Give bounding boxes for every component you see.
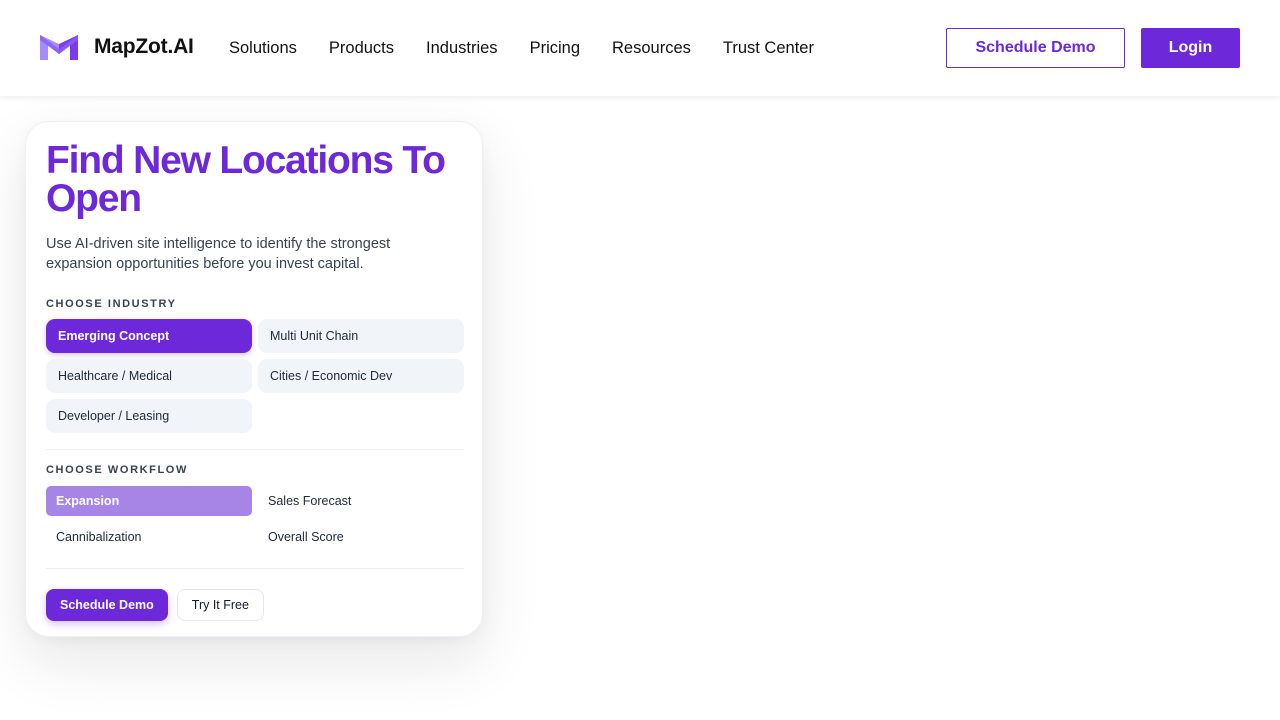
workflow-option-overall-score[interactable]: Overall Score — [258, 522, 464, 552]
industry-option-healthcare-medical[interactable]: Healthcare / Medical — [46, 359, 252, 393]
main-nav: Solutions Products Industries Pricing Re… — [229, 37, 846, 59]
location-finder-card: Find New Locations To Open Use AI-driven… — [25, 121, 483, 637]
workflow-option-sales-forecast[interactable]: Sales Forecast — [258, 486, 464, 516]
header-schedule-demo-button[interactable]: Schedule Demo — [946, 28, 1125, 68]
card-actions: Schedule Demo Try It Free — [46, 589, 462, 621]
industry-option-developer-leasing[interactable]: Developer / Leasing — [46, 399, 252, 433]
workflow-section-label: CHOOSE WORKFLOW — [46, 464, 188, 476]
card-title: Find New Locations To Open — [46, 139, 446, 220]
nav-item-trust-center[interactable]: Trust Center — [723, 37, 814, 59]
industry-section-label: CHOOSE INDUSTRY — [46, 298, 177, 310]
login-button[interactable]: Login — [1141, 28, 1240, 68]
nav-item-industries[interactable]: Industries — [426, 37, 498, 59]
workflow-option-expansion[interactable]: Expansion — [46, 486, 252, 516]
nav-item-resources[interactable]: Resources — [612, 37, 691, 59]
industry-options: Emerging Concept Multi Unit Chain Health… — [46, 319, 464, 433]
brand-logo[interactable]: MapZot.AI — [40, 32, 194, 62]
nav-item-pricing[interactable]: Pricing — [530, 37, 580, 59]
workflow-option-cannibalization[interactable]: Cannibalization — [46, 522, 252, 552]
card-schedule-demo-button[interactable]: Schedule Demo — [46, 589, 168, 621]
workflow-options: Expansion Sales Forecast Cannibalization… — [46, 486, 462, 552]
section-divider — [46, 568, 464, 569]
nav-item-products[interactable]: Products — [329, 37, 394, 59]
industry-option-cities-economic-dev[interactable]: Cities / Economic Dev — [258, 359, 464, 393]
industry-option-emerging-concept[interactable]: Emerging Concept — [46, 319, 252, 353]
card-subtitle: Use AI-driven site intelligence to ident… — [46, 236, 391, 272]
nav-item-solutions[interactable]: Solutions — [229, 37, 297, 59]
section-divider — [46, 449, 464, 450]
brand-name: MapZot.AI — [94, 35, 194, 58]
industry-option-multi-unit-chain[interactable]: Multi Unit Chain — [258, 319, 464, 353]
site-header: MapZot.AI Solutions Products Industries … — [0, 0, 1280, 96]
m-logo-icon — [40, 32, 78, 62]
try-it-free-button[interactable]: Try It Free — [176, 589, 264, 621]
